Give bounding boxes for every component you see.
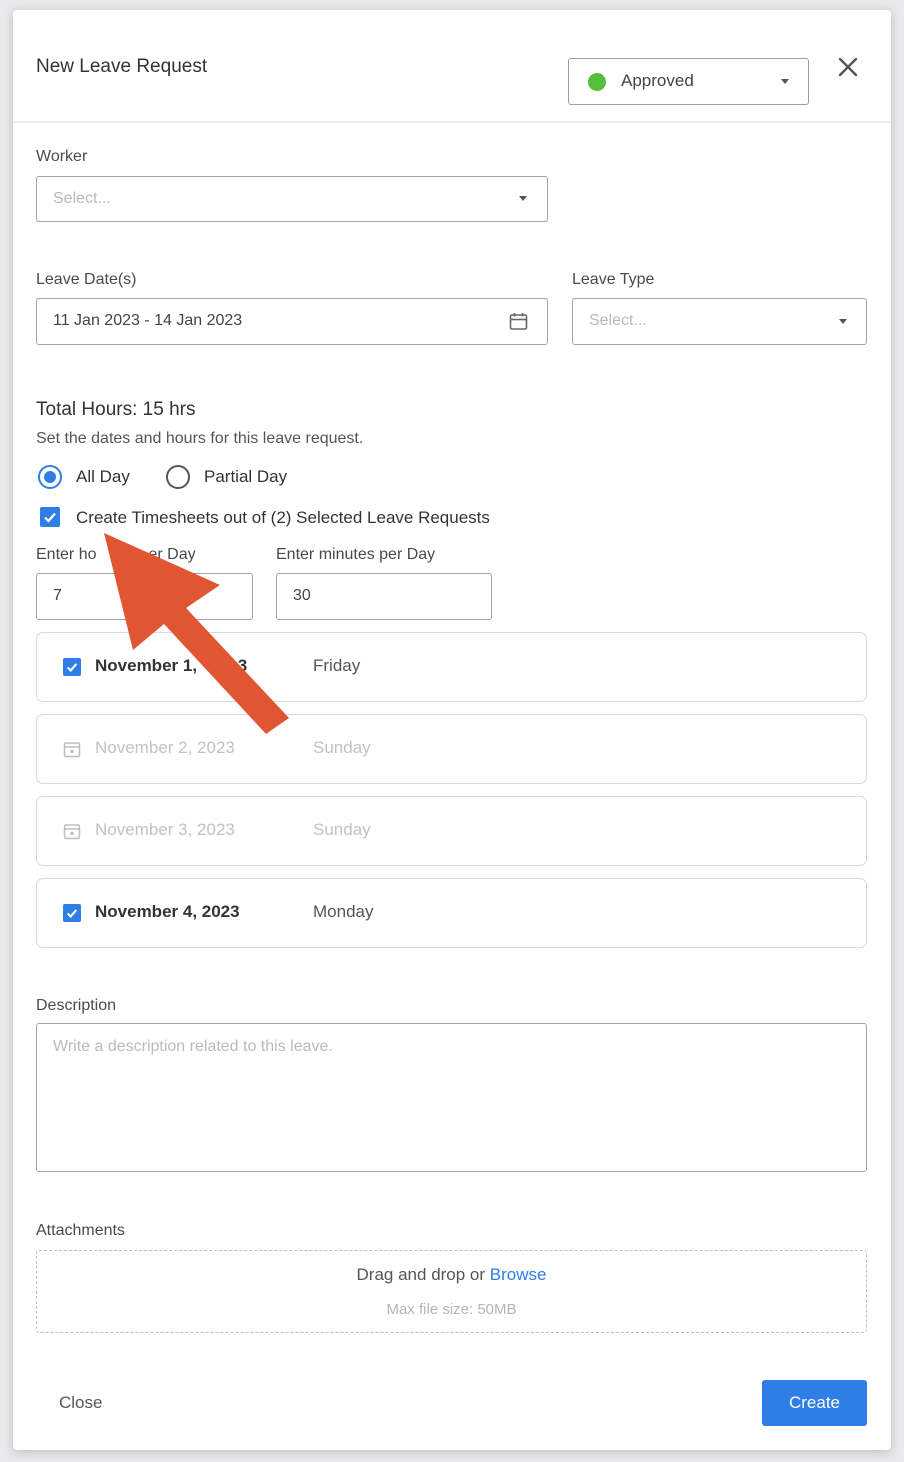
worker-label: Worker [36, 148, 88, 165]
description-textarea[interactable]: Write a description related to this leav… [36, 1023, 867, 1172]
day-weekday: Friday [313, 656, 361, 675]
hours-subtitle: Set the dates and hours for this leave r… [36, 430, 364, 447]
create-timesheets-label: Create Timesheets out of (2) Selected Le… [76, 508, 490, 527]
leave-dates-value: 11 Jan 2023 - 14 Jan 2023 [53, 312, 243, 329]
day-card[interactable]: November 1, 3 Friday [36, 632, 867, 702]
hours-per-day-value: 7 [53, 587, 62, 604]
close-button[interactable]: Close [59, 1393, 102, 1413]
day-card[interactable]: November 4, 2023 Monday [36, 878, 867, 948]
minutes-per-day-value: 30 [293, 587, 311, 604]
leave-type-placeholder: Select... [589, 312, 647, 329]
check-icon [66, 909, 78, 919]
leave-type-label: Leave Type [572, 271, 655, 288]
modal-title: New Leave Request [36, 56, 208, 77]
all-day-radio[interactable] [38, 465, 62, 489]
day-date: November 4, 2023 [95, 902, 240, 921]
status-dot-icon [588, 73, 606, 91]
day-weekday: Monday [313, 902, 374, 921]
day-checkbox[interactable] [63, 658, 81, 676]
day-weekday: Sunday [313, 738, 371, 757]
calendar-icon[interactable] [509, 312, 528, 331]
create-button[interactable]: Create [762, 1380, 867, 1426]
minutes-per-day-input[interactable]: 30 [276, 573, 492, 620]
create-timesheets-checkbox[interactable] [40, 507, 60, 527]
dropzone-text: Drag and drop or Browse [356, 1265, 547, 1284]
day-card: November 2, 2023 Sunday [36, 714, 867, 784]
partial-day-radio[interactable] [166, 465, 190, 489]
leave-request-modal: New Leave Request Approved Worker Select… [13, 10, 891, 1450]
attachments-label: Attachments [36, 1222, 125, 1239]
day-date: November 3, 2023 [95, 820, 235, 839]
day-date: November 1, 3 [95, 656, 248, 675]
max-file-size: Max file size: 50MB [386, 1301, 517, 1318]
calendar-icon [63, 742, 81, 758]
day-checkbox[interactable] [63, 904, 81, 922]
chevron-down-icon [839, 319, 847, 324]
minutes-per-day-label: Enter minutes per Day [276, 546, 436, 563]
hours-per-day-label: Enter ho er Day [36, 546, 196, 563]
attachment-dropzone[interactable]: Drag and drop or Browse Max file size: 5… [36, 1250, 867, 1333]
close-icon[interactable] [835, 54, 861, 80]
all-day-label: All Day [76, 467, 130, 486]
worker-select[interactable]: Select... [36, 176, 548, 222]
leave-dates-label: Leave Date(s) [36, 271, 137, 288]
status-dropdown[interactable]: Approved [568, 58, 809, 105]
hours-per-day-input[interactable]: 7 [36, 573, 253, 620]
check-icon [44, 512, 56, 523]
status-label: Approved [621, 71, 694, 90]
check-icon [66, 663, 78, 673]
description-placeholder: Write a description related to this leav… [53, 1038, 333, 1055]
leave-type-select[interactable]: Select... [572, 298, 867, 345]
chevron-down-icon [781, 79, 789, 84]
chevron-down-icon [519, 196, 527, 201]
worker-placeholder: Select... [53, 190, 111, 207]
modal-header: New Leave Request Approved [13, 10, 891, 123]
description-label: Description [36, 997, 117, 1014]
day-card: November 3, 2023 Sunday [36, 796, 867, 866]
partial-day-label: Partial Day [204, 467, 288, 486]
calendar-icon [63, 824, 81, 840]
total-hours: Total Hours: 15 hrs [36, 399, 196, 420]
browse-link[interactable]: Browse [490, 1265, 547, 1284]
day-weekday: Sunday [313, 820, 371, 839]
leave-dates-input[interactable]: 11 Jan 2023 - 14 Jan 2023 [36, 298, 548, 345]
day-date: November 2, 2023 [95, 738, 235, 757]
